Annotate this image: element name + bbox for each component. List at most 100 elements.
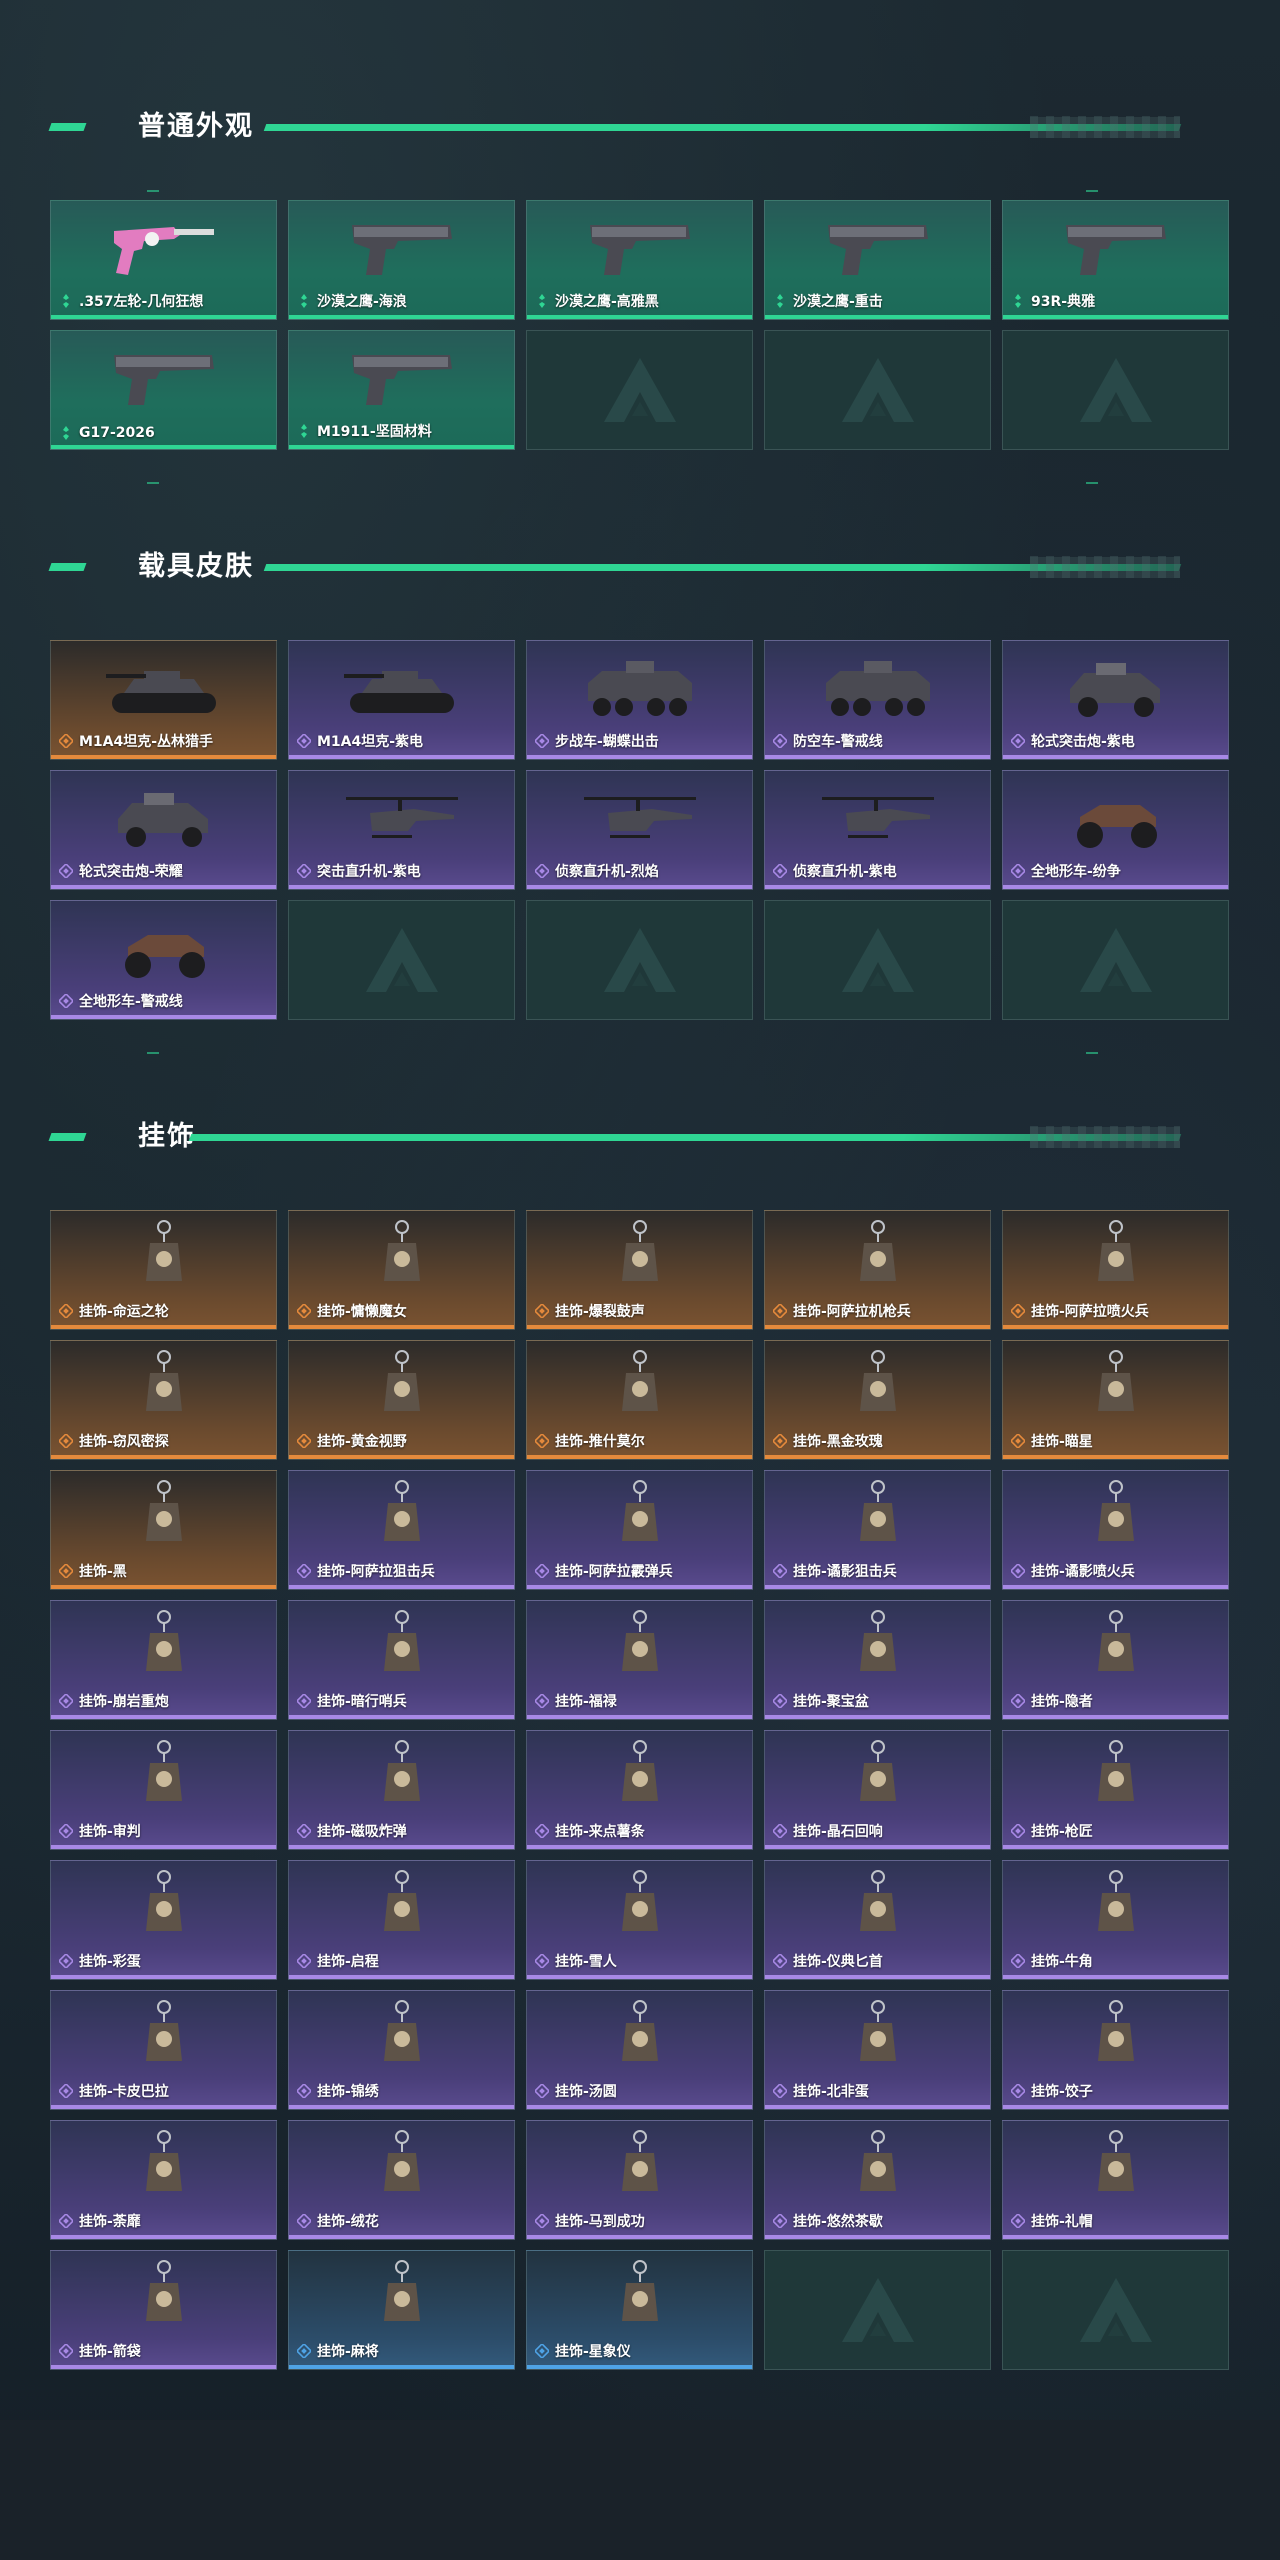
item-tile[interactable]: 挂饰-箭袋 — [50, 2250, 277, 2370]
item-tile[interactable]: 挂饰-爆裂鼓声 — [526, 1210, 753, 1330]
item-name: M1A4坦克-紫电 — [317, 734, 424, 750]
item-name: 沙漠之鹰-高雅黑 — [555, 294, 659, 310]
item-tile[interactable]: 挂饰-饺子 — [1002, 1990, 1229, 2110]
item-tile[interactable]: 挂饰-马到成功 — [526, 2120, 753, 2240]
item-tile[interactable]: 挂饰-北非蛋 — [764, 1990, 991, 2110]
item-label-row: M1A4坦克-丛林猎手 — [59, 731, 213, 751]
item-tile[interactable]: 挂饰-麻将 — [288, 2250, 515, 2370]
charm-icon — [104, 2129, 224, 2209]
item-tile[interactable]: G17-2026 — [50, 330, 277, 450]
rarity-orange-icon — [1011, 1304, 1025, 1318]
item-label-row: 沙漠之鹰-海浪 — [297, 291, 407, 311]
item-label-row: 挂饰-礼帽 — [1011, 2211, 1093, 2231]
rarity-purple-icon — [59, 2344, 73, 2358]
rarity-green-icon — [59, 426, 73, 440]
rarity-purple-icon — [773, 1694, 787, 1708]
item-tile[interactable]: 挂饰-阿萨拉霰弹兵 — [526, 1470, 753, 1590]
item-tile[interactable]: 挂饰-彩蛋 — [50, 1860, 277, 1980]
item-tile[interactable]: 挂饰-黑金玫瑰 — [764, 1340, 991, 1460]
item-tile[interactable]: 挂饰-推什莫尔 — [526, 1340, 753, 1460]
charm-icon — [580, 1739, 700, 1819]
item-name: 挂饰-福禄 — [555, 1694, 617, 1710]
item-name: 侦察直升机-烈焰 — [555, 864, 659, 880]
item-tile[interactable]: 挂饰-牛角 — [1002, 1860, 1229, 1980]
item-tile[interactable]: 挂饰-锦绣 — [288, 1990, 515, 2110]
rarity-green-icon — [297, 424, 311, 438]
item-name: M1911-坚固材料 — [317, 424, 432, 440]
item-tile[interactable]: 挂饰-枪匠 — [1002, 1730, 1229, 1850]
item-tile[interactable]: 沙漠之鹰-重击 — [764, 200, 991, 320]
decorative-tick — [147, 482, 159, 484]
item-name: 挂饰-箭袋 — [79, 2344, 141, 2360]
item-tile[interactable]: 挂饰-聚宝盆 — [764, 1600, 991, 1720]
item-tile[interactable]: 挂饰-慵懒魔女 — [288, 1210, 515, 1330]
item-tile[interactable]: 93R-典雅 — [1002, 200, 1229, 320]
item-tile[interactable]: 挂饰-星象仪 — [526, 2250, 753, 2370]
item-tile[interactable]: 防空车-警戒线 — [764, 640, 991, 760]
item-tile[interactable]: 挂饰-悠然茶歇 — [764, 2120, 991, 2240]
item-label-row: 挂饰-阿萨拉机枪兵 — [773, 1301, 911, 1321]
item-tile[interactable]: 挂饰-隐者 — [1002, 1600, 1229, 1720]
decorative-tick — [1086, 190, 1098, 192]
rarity-purple-icon — [297, 1824, 311, 1838]
item-tile[interactable]: 挂饰-黑 — [50, 1470, 277, 1590]
charm-icon — [342, 1609, 462, 1689]
rarity-purple-icon — [535, 734, 549, 748]
item-tile[interactable]: 挂饰-审判 — [50, 1730, 277, 1850]
item-tile[interactable]: 轮式突击炮-荣耀 — [50, 770, 277, 890]
rarity-purple-icon — [1011, 734, 1025, 748]
rarity-purple-icon — [773, 2214, 787, 2228]
charm-icon — [818, 2129, 938, 2209]
item-tile[interactable]: M1A4坦克-紫电 — [288, 640, 515, 760]
item-tile[interactable]: 挂饰-命运之轮 — [50, 1210, 277, 1330]
item-tile[interactable]: 挂饰-来点薯条 — [526, 1730, 753, 1850]
item-tile[interactable]: 挂饰-汤圆 — [526, 1990, 753, 2110]
item-label-row: 侦察直升机-紫电 — [773, 861, 897, 881]
item-tile[interactable]: 挂饰-仪典匕首 — [764, 1860, 991, 1980]
item-name: 挂饰-饺子 — [1031, 2084, 1093, 2100]
item-tile[interactable]: 挂饰-阿萨拉喷火兵 — [1002, 1210, 1229, 1330]
item-tile[interactable]: 挂饰-晶石回响 — [764, 1730, 991, 1850]
item-tile[interactable]: 挂饰-暗行哨兵 — [288, 1600, 515, 1720]
item-label-row: 挂饰-晶石回响 — [773, 1821, 883, 1841]
item-tile[interactable]: 沙漠之鹰-海浪 — [288, 200, 515, 320]
item-tile[interactable]: 全地形车-纷争 — [1002, 770, 1229, 890]
item-tile[interactable]: 挂饰-礼帽 — [1002, 2120, 1229, 2240]
item-tile[interactable]: M1A4坦克-丛林猎手 — [50, 640, 277, 760]
item-tile[interactable]: 挂饰-绒花 — [288, 2120, 515, 2240]
armored-car-icon — [104, 779, 224, 859]
item-tile[interactable]: 轮式突击炮-紫电 — [1002, 640, 1229, 760]
rarity-orange-icon — [59, 734, 73, 748]
item-tile[interactable]: .357左轮-几何狂想 — [50, 200, 277, 320]
item-tile[interactable]: 挂饰-谲影喷火兵 — [1002, 1470, 1229, 1590]
item-tile[interactable]: 挂饰-荼靡 — [50, 2120, 277, 2240]
item-tile[interactable]: 挂饰-黄金视野 — [288, 1340, 515, 1460]
item-tile[interactable]: 步战车-蝴蝶出击 — [526, 640, 753, 760]
rarity-orange-icon — [59, 1304, 73, 1318]
header-accent-dash — [48, 563, 87, 571]
logo-icon — [838, 2274, 918, 2346]
item-tile[interactable]: 全地形车-警戒线 — [50, 900, 277, 1020]
item-tile[interactable]: 突击直升机-紫电 — [288, 770, 515, 890]
item-tile[interactable]: 沙漠之鹰-高雅黑 — [526, 200, 753, 320]
rarity-purple-icon — [59, 994, 73, 1008]
item-label-row: 挂饰-阿萨拉霰弹兵 — [535, 1561, 673, 1581]
item-tile[interactable]: 挂饰-窃风密探 — [50, 1340, 277, 1460]
item-tile[interactable]: 挂饰-福禄 — [526, 1600, 753, 1720]
item-tile[interactable]: 挂饰-磁吸炸弹 — [288, 1730, 515, 1850]
item-tile[interactable]: 挂饰-启程 — [288, 1860, 515, 1980]
item-tile[interactable]: 侦察直升机-烈焰 — [526, 770, 753, 890]
pistol-icon — [342, 339, 462, 419]
item-tile[interactable]: M1911-坚固材料 — [288, 330, 515, 450]
item-tile[interactable]: 挂饰-崩岩重炮 — [50, 1600, 277, 1720]
item-tile[interactable]: 侦察直升机-紫电 — [764, 770, 991, 890]
item-tile[interactable]: 挂饰-瞄星 — [1002, 1340, 1229, 1460]
item-label-row: 挂饰-北非蛋 — [773, 2081, 869, 2101]
item-tile[interactable]: 挂饰-卡皮巴拉 — [50, 1990, 277, 2110]
item-tile[interactable]: 挂饰-阿萨拉机枪兵 — [764, 1210, 991, 1330]
rarity-purple-icon — [1011, 2214, 1025, 2228]
decorative-tick — [147, 190, 159, 192]
item-tile[interactable]: 挂饰-雪人 — [526, 1860, 753, 1980]
item-tile[interactable]: 挂饰-谲影狙击兵 — [764, 1470, 991, 1590]
item-tile[interactable]: 挂饰-阿萨拉狙击兵 — [288, 1470, 515, 1590]
